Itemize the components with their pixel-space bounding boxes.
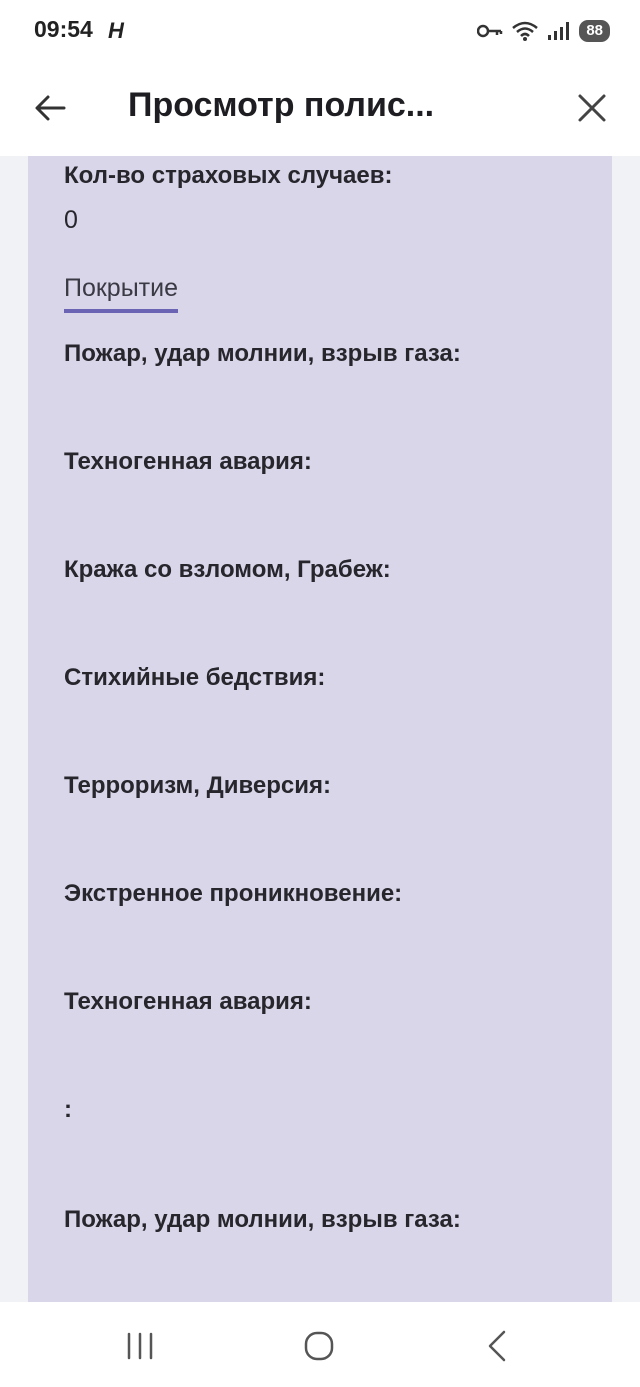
- wifi-icon: [512, 21, 539, 41]
- back-button[interactable]: [30, 88, 70, 128]
- status-bar: 09:54 H 88: [0, 0, 640, 62]
- home-button[interactable]: [299, 1326, 339, 1366]
- back-icon: [488, 1330, 506, 1362]
- coverage-item: Техногенная авария:: [64, 448, 312, 475]
- claims-count-value: 0: [64, 206, 78, 234]
- home-icon: [304, 1331, 334, 1361]
- status-icons: 88: [477, 16, 610, 46]
- close-button[interactable]: [572, 88, 612, 128]
- status-time: 09:54: [34, 16, 93, 42]
- coverage-item: Пожар, удар молнии, взрыв газа:: [64, 1206, 461, 1233]
- coverage-item: Терроризм, Диверсия:: [64, 772, 332, 799]
- arrow-left-icon: [35, 95, 66, 121]
- recent-apps-icon: [127, 1332, 153, 1360]
- page-title: Просмотр полис...: [128, 86, 435, 124]
- coverage-item: Пожар, удар молнии, взрыв газа:: [64, 340, 461, 367]
- coverage-item: Экстренное проникновение:: [64, 880, 403, 907]
- coverage-item: Стихийные бедствия:: [64, 664, 326, 691]
- coverage-item: Техногенная авария:: [64, 988, 312, 1015]
- key-icon: [477, 24, 503, 38]
- battery-indicator: 88: [579, 20, 610, 42]
- tab-coverage[interactable]: Покрытие: [64, 274, 179, 313]
- recent-apps-button[interactable]: [120, 1326, 160, 1366]
- coverage-item: :: [64, 1096, 72, 1123]
- claims-count-label: Кол-во страховых случаев:: [64, 162, 393, 189]
- system-nav-bar: [0, 1302, 640, 1387]
- signal-icon: [548, 22, 570, 40]
- close-icon: [578, 94, 606, 122]
- app-header: Просмотр полис...: [0, 62, 640, 156]
- app-notification-icon: H: [108, 18, 124, 43]
- system-back-button[interactable]: [478, 1326, 518, 1366]
- coverage-item: Кража со взломом, Грабеж:: [64, 556, 391, 583]
- policy-details-card: Кол-во страховых случаев: 0 Покрытие Пож…: [28, 156, 612, 1302]
